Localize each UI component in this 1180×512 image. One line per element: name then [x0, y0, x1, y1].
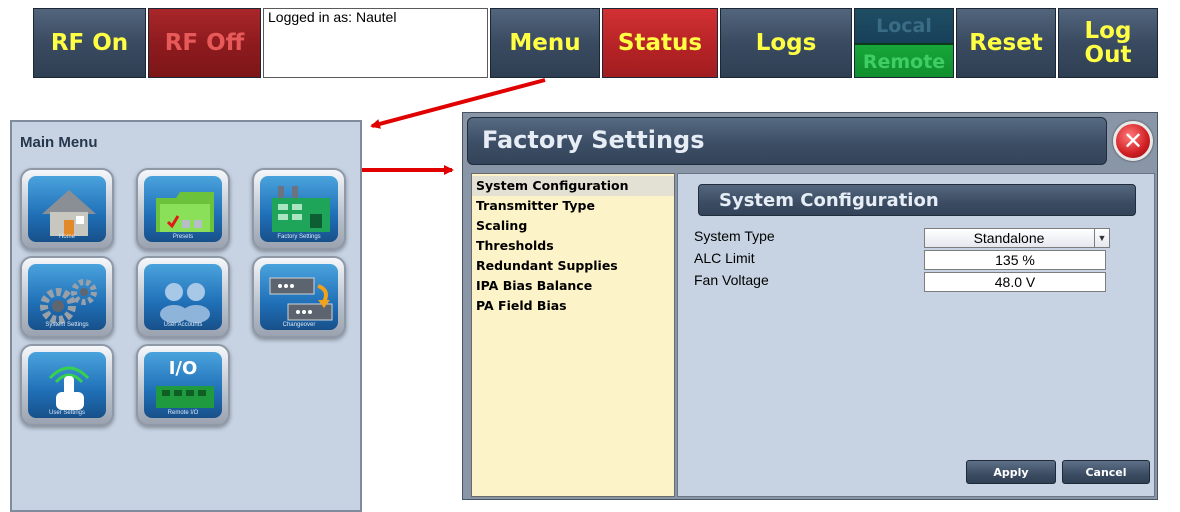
- factory-settings-title: Factory Settings: [482, 126, 705, 154]
- list-item-transmitter-type[interactable]: Transmitter Type: [472, 196, 674, 216]
- system-settings-tile[interactable]: System Settings: [20, 256, 114, 338]
- user-settings-label: User Settings: [48, 410, 85, 416]
- home-icon: [42, 190, 96, 236]
- changeover-tile[interactable]: Changeover: [252, 256, 346, 338]
- home-label: Home: [58, 234, 75, 240]
- factory-settings-window: Factory Settings ✕ System Configuration …: [462, 112, 1158, 500]
- logout-line1: Log: [1084, 18, 1132, 44]
- top-toolbar: RF On RF Off Logged in as: Nautel Menu S…: [0, 0, 1180, 82]
- presets-label: Presets: [172, 234, 194, 240]
- list-item-thresholds[interactable]: Thresholds: [472, 236, 674, 256]
- io-text: I/O: [168, 358, 198, 379]
- status-button[interactable]: Status: [602, 8, 718, 78]
- factory-settings-tile[interactable]: Factory Settings: [252, 168, 346, 250]
- logs-button[interactable]: Logs: [720, 8, 852, 78]
- alc-limit-field[interactable]: 135 %: [924, 250, 1106, 270]
- section-title: System Configuration: [719, 190, 939, 211]
- factory-settings-header: Factory Settings: [467, 117, 1107, 165]
- local-remote-toggle[interactable]: Local Remote: [854, 8, 954, 78]
- list-item-scaling[interactable]: Scaling: [472, 216, 674, 236]
- system-settings-label: System Settings: [45, 322, 89, 328]
- home-tile[interactable]: Home: [20, 168, 114, 250]
- rf-off-button[interactable]: RF Off: [148, 8, 261, 78]
- factory-icon: [272, 186, 330, 232]
- user-settings-tile[interactable]: User Settings: [20, 344, 114, 426]
- list-item-pa-field-bias[interactable]: PA Field Bias: [472, 296, 674, 316]
- close-icon: ✕: [1122, 127, 1144, 155]
- remote-io-label: Remote I/O: [167, 410, 199, 416]
- login-status-box: Logged in as: Nautel: [263, 8, 488, 78]
- menu-button[interactable]: Menu: [490, 8, 600, 78]
- fan-voltage-field[interactable]: 48.0 V: [924, 272, 1106, 292]
- users-icon: [160, 283, 210, 323]
- system-type-select[interactable]: Standalone ▼: [924, 228, 1110, 248]
- chevron-down-icon[interactable]: ▼: [1094, 229, 1109, 247]
- reset-button[interactable]: Reset: [956, 8, 1056, 78]
- gears-icon: [40, 279, 97, 324]
- cancel-button[interactable]: Cancel: [1062, 460, 1150, 484]
- alc-limit-label: ALC Limit: [694, 250, 755, 266]
- touch-icon: [48, 366, 90, 410]
- logout-button[interactable]: Log Out: [1058, 8, 1158, 78]
- logout-line2: Out: [1084, 42, 1132, 68]
- user-accounts-tile[interactable]: User Accounts: [136, 256, 230, 338]
- folder-icon: [156, 192, 214, 232]
- presets-tile[interactable]: Presets: [136, 168, 230, 250]
- section-header: System Configuration: [698, 184, 1136, 216]
- changeover-icon: [269, 277, 333, 321]
- factory-settings-label: Factory Settings: [277, 234, 321, 240]
- changeover-label: Changeover: [282, 322, 316, 328]
- fan-voltage-label: Fan Voltage: [694, 272, 769, 288]
- list-item-redundant-supplies[interactable]: Redundant Supplies: [472, 256, 674, 276]
- close-button[interactable]: ✕: [1113, 121, 1153, 161]
- settings-content-panel: System Configuration System Type Standal…: [677, 173, 1155, 497]
- main-menu-title: Main Menu: [20, 134, 98, 151]
- rf-on-button[interactable]: RF On: [33, 8, 146, 78]
- main-menu-panel: Main Menu Home Presets Factory Settings …: [10, 120, 362, 512]
- remote-label[interactable]: Remote: [855, 43, 953, 77]
- list-item-system-configuration[interactable]: System Configuration: [472, 176, 674, 196]
- apply-button[interactable]: Apply: [966, 460, 1056, 484]
- settings-category-list: System Configuration Transmitter Type Sc…: [471, 173, 675, 497]
- system-type-value: Standalone: [973, 230, 1045, 246]
- system-type-label: System Type: [694, 228, 775, 244]
- remote-io-tile[interactable]: I/O Remote I/O: [136, 344, 230, 426]
- list-item-ipa-bias-balance[interactable]: IPA Bias Balance: [472, 276, 674, 296]
- user-accounts-label: User Accounts: [163, 322, 203, 328]
- local-label[interactable]: Local: [855, 9, 953, 43]
